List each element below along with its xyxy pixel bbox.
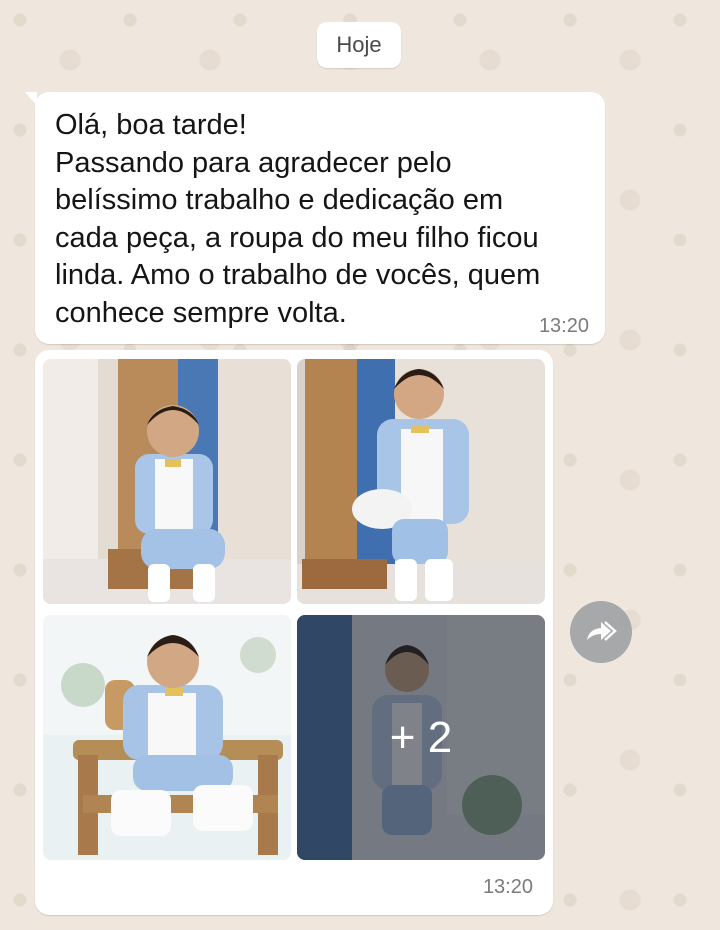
album-photo-3[interactable] xyxy=(43,615,291,860)
more-photos-count: + 2 xyxy=(389,712,453,762)
media-timestamp: 13:20 xyxy=(482,876,533,898)
photo-3-image xyxy=(43,615,291,860)
date-chip: Hoje xyxy=(317,22,401,68)
album-photo-4-more[interactable]: + 2 xyxy=(297,615,545,860)
incoming-media-album[interactable]: + 2 13:20 xyxy=(35,350,553,915)
forward-icon xyxy=(587,621,617,641)
photo-2-image xyxy=(297,359,545,604)
date-chip-label: Hoje xyxy=(336,32,382,57)
forward-button[interactable] xyxy=(570,601,632,663)
more-photos-overlay: + 2 xyxy=(297,615,545,860)
bubble-tail xyxy=(25,92,37,106)
message-timestamp: 13:20 xyxy=(538,315,589,337)
photo-1-image xyxy=(43,359,291,604)
incoming-text-message[interactable]: Olá, boa tarde! Passando para agradecer … xyxy=(25,92,605,344)
message-text: Olá, boa tarde! Passando para agradecer … xyxy=(55,109,541,329)
album-photo-1[interactable] xyxy=(43,359,291,604)
album-photo-2[interactable] xyxy=(297,359,545,604)
